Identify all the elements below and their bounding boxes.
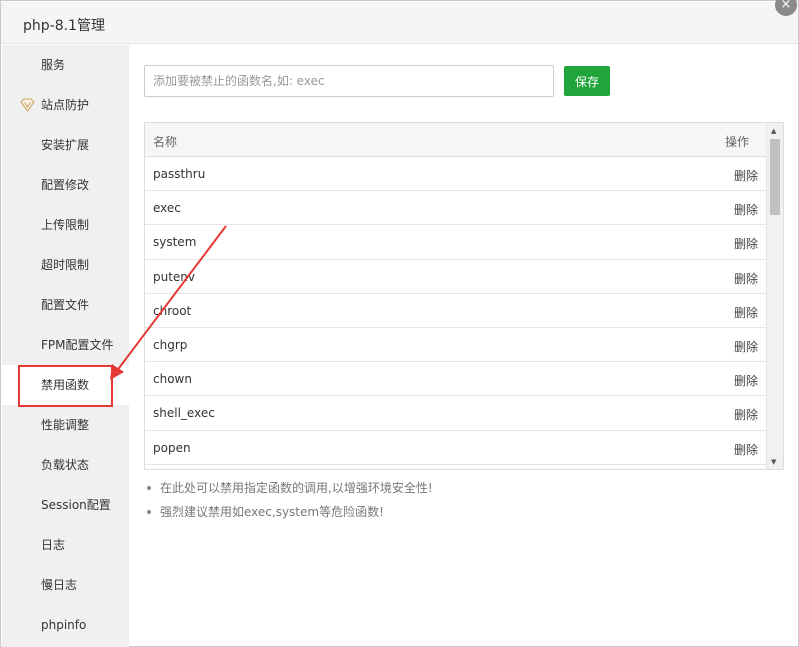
sidebar-item-log[interactable]: 日志 — [2, 525, 129, 565]
sidebar-item-label: FPM配置文件 — [41, 338, 114, 352]
table-row — [145, 465, 767, 469]
column-header-name: 名称 — [153, 135, 178, 149]
sidebar-item-label: 性能调整 — [41, 418, 90, 432]
sidebar-item-install-extensions[interactable]: 安装扩展 — [2, 125, 129, 165]
sidebar-item-label: Session配置 — [41, 498, 111, 512]
table-row: popen 删除 — [145, 431, 767, 465]
delete-link[interactable]: 删除 — [734, 167, 758, 184]
table-row: putenv 删除 — [145, 260, 767, 294]
sidebar-item-label: 上传限制 — [41, 218, 90, 232]
delete-link[interactable]: 删除 — [734, 270, 758, 287]
table-row: passthru 删除 — [145, 157, 767, 192]
annotation-highlight-box — [18, 365, 113, 407]
scrollbar-thumb[interactable] — [770, 139, 780, 215]
delete-link[interactable]: 删除 — [734, 372, 758, 389]
close-icon: × — [780, 0, 792, 12]
table-row: chgrp 删除 — [145, 328, 767, 363]
table-header: 名称 操作 — [145, 123, 767, 157]
dialog-title: php-8.1管理 — [23, 18, 105, 34]
delete-link[interactable]: 删除 — [734, 235, 758, 252]
table-row: exec 删除 — [145, 191, 767, 226]
function-name: putenv — [153, 269, 196, 284]
sidebar-item-label: 超时限制 — [41, 258, 90, 272]
delete-link[interactable]: 删除 — [734, 304, 758, 321]
function-name: shell_exec — [153, 406, 215, 421]
table-row: chroot 删除 — [145, 294, 767, 328]
disabled-functions-table: 名称 操作 passthru 删除 exec 删除 system 删除 pute… — [144, 122, 784, 470]
sidebar-item-load-status[interactable]: 负载状态 — [2, 445, 129, 485]
function-name: passthru — [153, 167, 206, 181]
sidebar-item-config-file[interactable]: 配置文件 — [2, 285, 129, 325]
sidebar-item-label: 配置修改 — [41, 178, 90, 192]
sidebar-item-label: phpinfo — [41, 618, 87, 632]
tip-item: 强烈建议禁用如exec,system等危险函数! — [144, 503, 744, 527]
column-header-action: 操作 — [724, 135, 749, 149]
function-name: popen — [153, 440, 191, 455]
sidebar-item-fpm-config-file[interactable]: FPM配置文件 — [2, 325, 129, 365]
sidebar-item-label: 负载状态 — [41, 458, 90, 472]
dialog-title-bar: php-8.1管理 — [1, 2, 798, 44]
function-name: exec — [153, 201, 181, 216]
function-name: chgrp — [153, 337, 188, 352]
sidebar-item-label: 服务 — [41, 58, 66, 72]
sidebar-item-label: 日志 — [41, 538, 66, 552]
php-management-dialog: php-8.1管理 服务 站点防护 安装扩展 配置修改 上传限制 超时限制 配置… — [0, 0, 799, 647]
delete-link[interactable]: 删除 — [734, 441, 758, 458]
sidebar-item-slow-log[interactable]: 慢日志 — [2, 565, 129, 605]
table-scrollbar[interactable]: ▲ ▼ — [766, 123, 783, 469]
help-tips: 在此处可以禁用指定函数的调用,以增强环境安全性! 强烈建议禁用如exec,sys… — [144, 479, 744, 527]
table-row: shell_exec 删除 — [145, 396, 767, 431]
sidebar-item-config-edit[interactable]: 配置修改 — [2, 165, 129, 205]
function-name: system — [153, 235, 197, 250]
sidebar-item-upload-limit[interactable]: 上传限制 — [2, 205, 129, 245]
sidebar-item-label: 慢日志 — [41, 578, 78, 592]
sidebar-item-label: 配置文件 — [41, 298, 90, 312]
sidebar-item-session-config[interactable]: Session配置 — [2, 485, 129, 525]
delete-link[interactable]: 删除 — [734, 406, 758, 423]
tip-item: 在此处可以禁用指定函数的调用,以增强环境安全性! — [144, 479, 744, 503]
function-name: chroot — [153, 303, 192, 318]
sidebar-item-service[interactable]: 服务 — [2, 45, 129, 85]
delete-link[interactable]: 删除 — [734, 338, 758, 355]
sidebar-item-label: 站点防护 — [41, 98, 90, 112]
sidebar-item-performance-tuning[interactable]: 性能调整 — [2, 405, 129, 445]
scroll-up-icon[interactable]: ▲ — [771, 127, 776, 135]
scroll-down-icon[interactable]: ▼ — [771, 458, 776, 466]
sidebar: 服务 站点防护 安装扩展 配置修改 上传限制 超时限制 配置文件 FPM配置文件 — [2, 45, 129, 647]
table-row: system 删除 — [145, 225, 767, 260]
delete-link[interactable]: 删除 — [734, 201, 758, 218]
sidebar-item-site-protection[interactable]: 站点防护 — [2, 85, 129, 125]
shield-icon — [20, 98, 35, 112]
save-button[interactable]: 保存 — [564, 66, 610, 96]
sidebar-item-timeout-limit[interactable]: 超时限制 — [2, 245, 129, 285]
table-row: chown 删除 — [145, 362, 767, 397]
sidebar-item-label: 安装扩展 — [41, 138, 90, 152]
sidebar-item-phpinfo[interactable]: phpinfo — [2, 605, 129, 645]
table-body: passthru 删除 exec 删除 system 删除 putenv 删除 … — [145, 157, 767, 469]
function-name-input[interactable] — [144, 65, 554, 97]
function-name: chown — [153, 372, 192, 387]
